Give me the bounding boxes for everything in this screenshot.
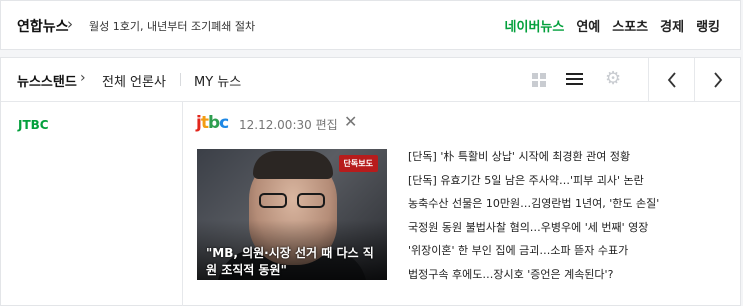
chevron-right-icon[interactable]: ›: [67, 15, 73, 33]
nav-item-economy[interactable]: 경제: [660, 16, 684, 35]
panel-header: 뉴스스탠드 › 전체 언론사 MY 뉴스 ⚙: [1, 58, 740, 102]
newsstand-panel: 뉴스스탠드 › 전체 언론사 MY 뉴스 ⚙ JTBC jtbc 12.12.0…: [0, 57, 741, 306]
top-nav: 네이버뉴스 연예 스포츠 경제 랭킹: [505, 16, 720, 35]
chevron-right-icon: [714, 72, 723, 88]
thumbnail-figure: [259, 193, 327, 209]
thumbnail-figure: [253, 151, 333, 179]
press-content: jtbc 12.12.00:30 편집 ✕ 단독보도 "MB, 의원·시장 선거…: [184, 102, 740, 306]
list-view-icon: [566, 73, 583, 86]
grid-view-button[interactable]: [520, 58, 560, 101]
thumbnail-caption: "MB, 의원·시장 선거 때 다스 직원 조직적 동원": [206, 246, 374, 277]
grid-view-icon: [532, 73, 546, 87]
ticker-source-name[interactable]: 연합뉴스: [17, 16, 69, 36]
list-view-button[interactable]: [555, 58, 595, 101]
logo-letter-c: c: [219, 113, 229, 133]
headline-item[interactable]: 국정원 동원 불법사찰 혐의…우병우에 '세 번째' 영장: [408, 222, 738, 246]
close-icon[interactable]: ✕: [344, 114, 357, 130]
nav-item-entertainment[interactable]: 연예: [576, 16, 600, 35]
press-list: JTBC: [1, 102, 183, 306]
chevron-left-icon: [667, 72, 676, 88]
newsstand-link[interactable]: 뉴스스탠드: [17, 71, 77, 90]
settings-button[interactable]: ⚙: [594, 58, 634, 101]
headline-item[interactable]: '위장이혼' 한 부인 집에 금괴…소파 뜯자 수표가: [408, 245, 738, 269]
press-item-jtbc[interactable]: JTBC: [18, 118, 49, 132]
tab-my-news[interactable]: MY 뉴스: [194, 71, 241, 90]
headline-thumbnail[interactable]: 단독보도 "MB, 의원·시장 선거 때 다스 직원 조직적 동원": [197, 149, 387, 280]
nav-item-sports[interactable]: 스포츠: [612, 16, 648, 35]
nav-item-naver-news[interactable]: 네이버뉴스: [505, 16, 565, 35]
logo-letter-t: t: [200, 113, 209, 133]
prev-button[interactable]: [648, 58, 694, 101]
headline-item[interactable]: 법정구속 후에도…장시호 '증언은 계속된다'?: [408, 269, 738, 293]
gear-icon: ⚙: [605, 68, 622, 89]
headline-item[interactable]: 농축수산 선물은 10만원…김영란법 1년여, '한도 손질': [408, 198, 738, 222]
headline-list: [단독] '朴 특활비 상납' 시작에 최경환 관여 정황 [단독] 유효기간 …: [408, 151, 738, 292]
chevron-right-icon[interactable]: ›: [80, 70, 86, 86]
nav-item-ranking[interactable]: 랭킹: [696, 16, 720, 35]
headline-item[interactable]: [단독] 유효기간 5일 남은 주사약…'피부 괴사' 논란: [408, 175, 738, 199]
next-button[interactable]: [694, 58, 740, 101]
ticker-headline[interactable]: 월성 1호기, 내년부터 조기폐쇄 절차: [89, 18, 255, 34]
top-ticker-bar: 연합뉴스 › 월성 1호기, 내년부터 조기폐쇄 절차 네이버뉴스 연예 스포츠…: [0, 0, 741, 50]
edited-time: 12.12.00:30 편집: [239, 118, 338, 132]
press-logo[interactable]: jtbc: [196, 113, 229, 133]
headline-item[interactable]: [단독] '朴 특활비 상납' 시작에 최경환 관여 정황: [408, 151, 738, 175]
tab-all-press[interactable]: 전체 언론사: [102, 71, 166, 90]
logo-letter-b: b: [207, 113, 220, 133]
divider: [180, 73, 181, 86]
exclusive-badge: 단독보도: [338, 155, 378, 172]
